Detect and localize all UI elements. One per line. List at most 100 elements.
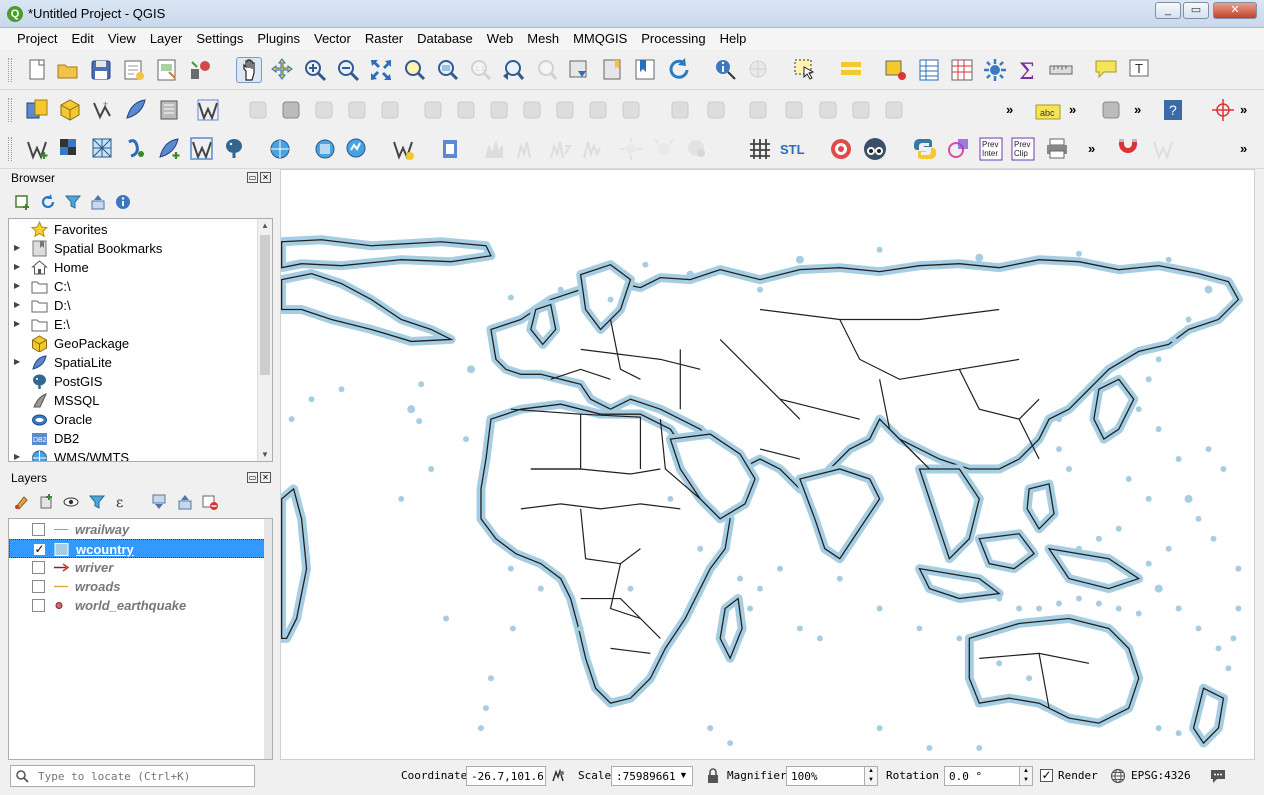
rotation-field[interactable]: 0.0 ° [944, 766, 1020, 786]
toolbar-overflow-button[interactable]: » [1240, 102, 1247, 117]
save-edits-icon[interactable] [311, 97, 337, 123]
layer-row[interactable]: wrailway [9, 520, 272, 539]
browser-item[interactable]: DB2 DB2 [9, 429, 259, 448]
toolbar-overflow-button[interactable]: » [1006, 102, 1013, 117]
menu-layer[interactable]: Layer [143, 28, 190, 50]
menu-project[interactable]: Project [10, 28, 64, 50]
layer-visibility-checkbox[interactable] [32, 599, 45, 612]
measure-icon[interactable] [746, 57, 772, 83]
refresh-icon[interactable] [39, 193, 57, 211]
shade-icon[interactable] [651, 136, 677, 162]
globe-icon[interactable] [684, 136, 710, 162]
menu-settings[interactable]: Settings [189, 28, 250, 50]
new-geopackage-icon[interactable] [57, 97, 83, 123]
add-part-icon[interactable] [781, 97, 807, 123]
add-wms-layer-icon[interactable] [267, 136, 293, 162]
magnifier-spinner[interactable]: ▲ ▼ [864, 766, 878, 786]
add-wcs-layer-icon[interactable] [312, 136, 338, 162]
show-bookmarks-icon[interactable] [599, 57, 625, 83]
print-layout-icon[interactable] [154, 57, 180, 83]
lock-icon[interactable] [706, 768, 720, 784]
toolbar-handle[interactable] [8, 58, 12, 82]
delete-selected-icon[interactable] [453, 97, 479, 123]
grid-icon[interactable] [747, 136, 773, 162]
toolbox-icon[interactable] [982, 57, 1008, 83]
add-arcgis-layer-icon[interactable] [390, 136, 416, 162]
render-checkbox[interactable]: ✓ [1040, 769, 1053, 782]
layer-visibility-checkbox[interactable]: ✓ [33, 543, 46, 556]
close-button[interactable]: ✕ [1213, 2, 1257, 19]
scrollbar-thumb[interactable] [260, 235, 270, 375]
zoom-out-icon[interactable] [335, 57, 361, 83]
new-temporary-layer-icon[interactable] [156, 97, 182, 123]
magnifier-field[interactable]: 100% [786, 766, 865, 786]
pan-icon[interactable] [236, 57, 262, 83]
zoom-full-icon[interactable] [368, 57, 394, 83]
chevron-right-icon[interactable]: ▶ [14, 452, 20, 461]
maximize-button[interactable]: ▭ [1183, 2, 1209, 19]
save-as-icon[interactable] [121, 57, 147, 83]
profile-tool-icon[interactable] [482, 136, 508, 162]
toolbar-overflow-button[interactable]: » [1069, 102, 1076, 117]
add-raster-layer-icon[interactable] [57, 136, 83, 162]
browser-item[interactable]: MSSQL [9, 391, 259, 410]
open-project-icon[interactable] [55, 57, 81, 83]
zoom-in-icon[interactable] [302, 57, 328, 83]
delete-part-icon[interactable] [848, 97, 874, 123]
crosshair-icon[interactable] [1210, 97, 1236, 123]
expand-all-icon[interactable] [150, 493, 168, 511]
crs-globe-icon[interactable] [1110, 768, 1126, 784]
add-selected-layers-icon[interactable] [14, 193, 32, 211]
save-project-icon[interactable] [88, 57, 114, 83]
delete-ring-icon[interactable] [815, 97, 841, 123]
chevron-down-icon[interactable]: ▼ [679, 770, 688, 780]
copy-features-icon[interactable] [519, 97, 545, 123]
vertex-editor-icon[interactable] [1150, 136, 1176, 162]
measure-line-icon[interactable] [1048, 57, 1074, 83]
browser-scrollbar[interactable]: ▲ ▼ [257, 219, 272, 461]
toolbar-overflow-button[interactable]: » [1088, 141, 1095, 156]
eraser-icon[interactable] [945, 136, 971, 162]
text-annotation-icon[interactable]: T [1127, 57, 1153, 83]
redo-icon[interactable] [618, 97, 644, 123]
target-icon[interactable] [828, 136, 854, 162]
menu-view[interactable]: View [101, 28, 143, 50]
menu-vector[interactable]: Vector [307, 28, 358, 50]
filter-legend-icon[interactable] [88, 493, 106, 511]
select-feature-icon[interactable] [792, 57, 818, 83]
browser-item[interactable]: ▶ SpatiaLite [9, 353, 259, 372]
statistics-icon[interactable]: Σ [1015, 57, 1041, 85]
browser-item[interactable]: Favorites [9, 220, 259, 239]
add-ring-icon[interactable] [703, 97, 729, 123]
float-panel-icon[interactable]: ▭ [247, 172, 258, 183]
raster-calculator-icon[interactable] [548, 136, 574, 162]
new-shapefile-icon[interactable]: + [90, 97, 116, 123]
menu-processing[interactable]: Processing [634, 28, 712, 50]
add-spatialite-layer-icon[interactable] [156, 136, 182, 162]
map-tips-icon[interactable] [1093, 57, 1119, 83]
zoom-next-icon[interactable] [533, 57, 559, 83]
vertex-tool-icon[interactable] [377, 97, 403, 123]
python-console-icon[interactable] [912, 136, 938, 162]
prev-clip-icon[interactable]: Prev Clip [1010, 136, 1036, 162]
data-source-manager-icon[interactable] [24, 97, 50, 123]
zoom-to-selection-icon[interactable] [401, 57, 427, 83]
layer-row[interactable]: wriver [9, 558, 272, 577]
add-group-icon[interactable] [38, 493, 56, 511]
menu-mmqgis[interactable]: MMQGIS [566, 28, 634, 50]
add-delimited-text-icon[interactable] [123, 136, 149, 162]
spatial-bookmark-icon[interactable] [632, 57, 658, 83]
layer-styling-icon[interactable] [13, 493, 31, 511]
attribute-table-icon[interactable] [838, 57, 864, 83]
style-manager-icon[interactable] [187, 57, 213, 83]
add-wfs-layer-icon[interactable] [344, 136, 370, 162]
rotation-spinner[interactable]: ▲ ▼ [1019, 766, 1033, 786]
menu-help[interactable]: Help [713, 28, 754, 50]
identify-icon[interactable] [713, 57, 739, 83]
add-virtual-layer-icon[interactable] [189, 136, 215, 162]
toggle-extents-icon[interactable] [550, 768, 566, 784]
properties-info-icon[interactable] [114, 193, 132, 211]
layer-row[interactable]: world_earthquake [9, 596, 272, 615]
current-edits-icon[interactable] [245, 97, 271, 123]
add-vector-layer-icon[interactable] [24, 136, 50, 162]
